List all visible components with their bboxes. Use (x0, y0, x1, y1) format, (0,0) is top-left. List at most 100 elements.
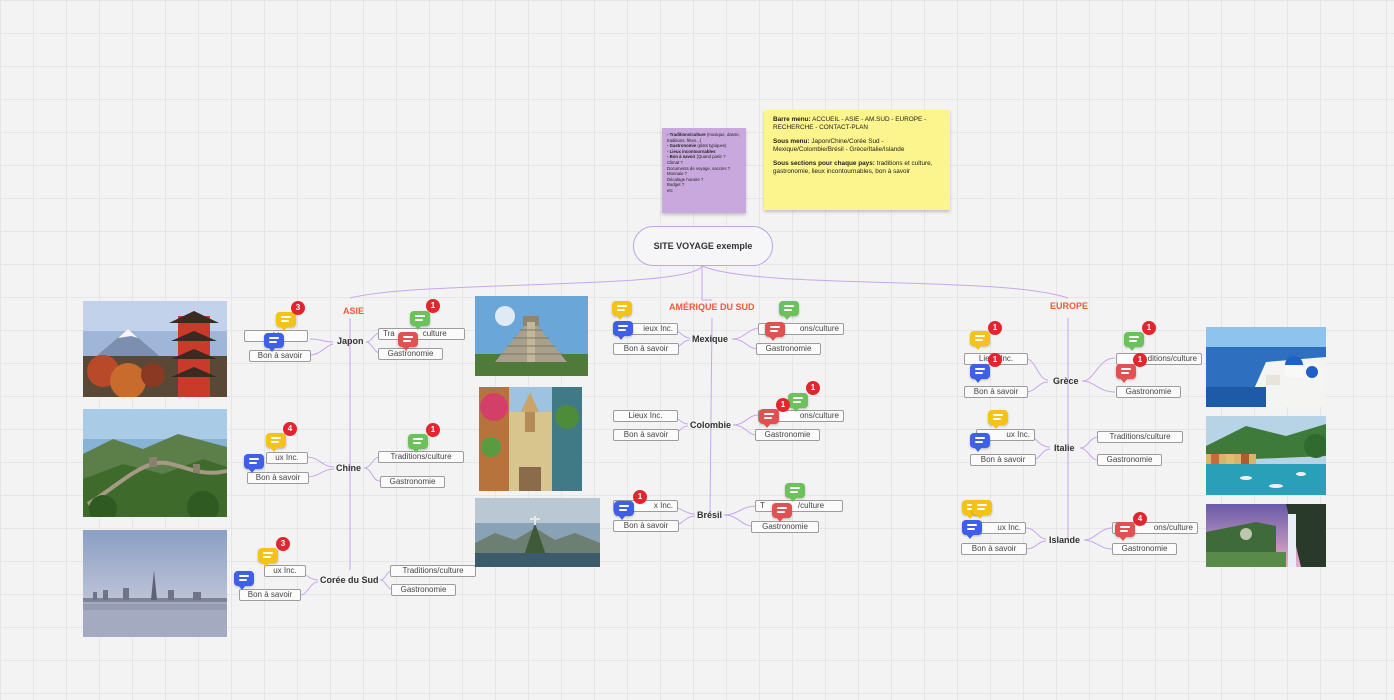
comment-icon[interactable] (234, 571, 254, 590)
country-grece[interactable]: Grèce (1053, 376, 1079, 386)
comment-icon[interactable] (759, 409, 779, 428)
photo-seoul-skyline-image (83, 530, 227, 637)
pill-lieux[interactable]: ux Inc. (264, 565, 306, 577)
comment-icon[interactable] (772, 503, 792, 522)
photo-santorini[interactable] (1206, 327, 1326, 407)
pill-bon-a-savoir[interactable]: Bon à savoir (613, 520, 679, 532)
note-text: Sous sections pour chaque pays: (773, 160, 875, 167)
pill-bon-a-savoir[interactable]: Bon à savoir (249, 350, 311, 362)
comment-icon[interactable] (264, 333, 284, 352)
comment-icon[interactable] (612, 301, 632, 320)
pill-bon-a-savoir[interactable]: Bon à savoir (247, 472, 309, 484)
pill-gastronomie[interactable]: Gastronomie (1097, 454, 1162, 466)
pill-traditions[interactable]: Traditions/culture (390, 565, 476, 577)
country-japon[interactable]: Japon (337, 336, 364, 346)
comment-icon[interactable] (1124, 332, 1144, 351)
photo-portofino-image (1206, 416, 1326, 495)
country-colombie[interactable]: Colombie (690, 420, 731, 430)
comment-icon[interactable] (410, 311, 430, 330)
photo-portofino[interactable] (1206, 416, 1326, 495)
pill-gastronomie[interactable]: Gastronomie (378, 348, 443, 360)
comment-count-badge: 1 (1142, 321, 1156, 335)
mindmap-root-node[interactable]: SITE VOYAGE exemple (633, 226, 773, 266)
photo-chichen-itza[interactable] (475, 296, 588, 376)
pill-gastronomie[interactable]: Gastronomie (380, 476, 445, 488)
comment-count-badge: 1 (1133, 353, 1147, 367)
photo-great-wall[interactable] (83, 409, 227, 517)
note-text: (plats typiques) (696, 143, 727, 149)
pill-lieux[interactable]: ux Inc. (266, 452, 308, 464)
pill-bon-a-savoir[interactable]: Bon à savoir (961, 543, 1027, 555)
pill-bon-a-savoir[interactable]: Bon à savoir (964, 386, 1028, 398)
comment-icon[interactable] (962, 520, 982, 539)
region-asie[interactable]: ASIE (343, 306, 364, 316)
pill-gastronomie[interactable]: Gastronomie (756, 343, 821, 355)
country-bresil[interactable]: Brésil (697, 510, 722, 520)
pill-gastronomie[interactable]: Gastronomie (751, 521, 819, 533)
note-text: etc (667, 187, 673, 193)
pill-text: /culture (797, 501, 825, 510)
pill-bon-a-savoir[interactable]: Bon à savoir (613, 429, 679, 441)
pill-text: Tra (383, 329, 395, 338)
comment-icon[interactable] (276, 312, 296, 331)
note-text: - Traditions/culture (667, 132, 706, 137)
comment-icon[interactable] (970, 433, 990, 452)
country-italie[interactable]: Italie (1054, 443, 1075, 453)
region-amerique-du-sud[interactable]: AMÉRIQUE DU SUD (669, 302, 755, 312)
pill-text: culture (422, 329, 447, 338)
comment-icon[interactable] (988, 410, 1008, 429)
comment-count-badge: 1 (426, 299, 440, 313)
photo-iceland-waterfall[interactable] (1206, 504, 1326, 567)
note-text: - Gastronomie (667, 143, 697, 149)
comment-icon[interactable] (972, 500, 992, 519)
note-text: (Quand partir ? (695, 154, 726, 160)
pill-bon-a-savoir[interactable]: Bon à savoir (239, 589, 301, 601)
pill-bon-a-savoir[interactable]: Bon à savoir (970, 454, 1036, 466)
comment-icon[interactable] (779, 301, 799, 320)
comment-icon[interactable] (244, 454, 264, 473)
pill-gastronomie[interactable]: Gastronomie (391, 584, 456, 596)
region-europe[interactable]: EUROPE (1050, 301, 1088, 311)
comment-icon[interactable] (765, 322, 785, 341)
country-islande[interactable]: Islande (1049, 535, 1080, 545)
comment-icon[interactable] (1116, 364, 1136, 383)
country-coree-du-sud[interactable]: Corée du Sud (320, 575, 379, 585)
comment-icon[interactable] (970, 331, 990, 350)
note-text: - Bon à savoir (667, 154, 696, 160)
comment-icon[interactable] (266, 433, 286, 452)
note-text: Sous menu: (773, 138, 810, 145)
pill-traditions[interactable]: Traditions/culture (1097, 431, 1183, 443)
photo-mount-fuji-pagoda-image (83, 301, 227, 397)
comment-icon[interactable] (398, 332, 418, 351)
country-chine[interactable]: Chine (336, 463, 361, 473)
comment-icon[interactable] (788, 393, 808, 412)
country-mexique[interactable]: Mexique (692, 334, 728, 344)
photo-mount-fuji-pagoda[interactable] (83, 301, 227, 397)
comment-icon[interactable] (785, 483, 805, 502)
sticky-note-sections[interactable]: - Traditions/culture (musique, danse, tr… (662, 128, 746, 213)
sticky-note-menu[interactable]: Barre menu: ACCUEIL - ASIE - AM.SUD - EU… (764, 110, 950, 210)
comment-icon[interactable] (258, 548, 278, 567)
note-text: Barre menu: (773, 116, 811, 123)
pill-traditions[interactable]: T/culture (755, 500, 843, 512)
photo-rio-christ-redeemer[interactable] (475, 498, 600, 567)
whiteboard-canvas[interactable]: - Traditions/culture (musique, danse, tr… (0, 0, 1394, 700)
comment-count-badge: 3 (276, 537, 290, 551)
photo-seoul-skyline[interactable] (83, 530, 227, 637)
pill-gastronomie[interactable]: Gastronomie (1112, 543, 1177, 555)
photo-cartagena-street[interactable] (479, 387, 582, 491)
pill-bon-a-savoir[interactable]: Bon à savoir (613, 343, 679, 355)
comment-icon[interactable] (614, 501, 634, 520)
comment-icon[interactable] (970, 364, 990, 383)
pill-gastronomie[interactable]: Gastronomie (1116, 386, 1181, 398)
comment-icon[interactable] (1115, 522, 1135, 541)
comment-count-badge: 1 (426, 423, 440, 437)
pill-lieux[interactable]: Lieux Inc. (613, 410, 678, 422)
note-text: - Lieux incontournables (667, 148, 716, 154)
pill-traditions[interactable]: Traditions/culture (378, 451, 464, 463)
comment-count-badge: 3 (291, 301, 305, 315)
comment-icon[interactable] (408, 434, 428, 453)
pill-gastronomie[interactable]: Gastronomie (755, 429, 820, 441)
comment-icon[interactable] (613, 321, 633, 340)
comment-count-badge: 4 (1133, 512, 1147, 526)
